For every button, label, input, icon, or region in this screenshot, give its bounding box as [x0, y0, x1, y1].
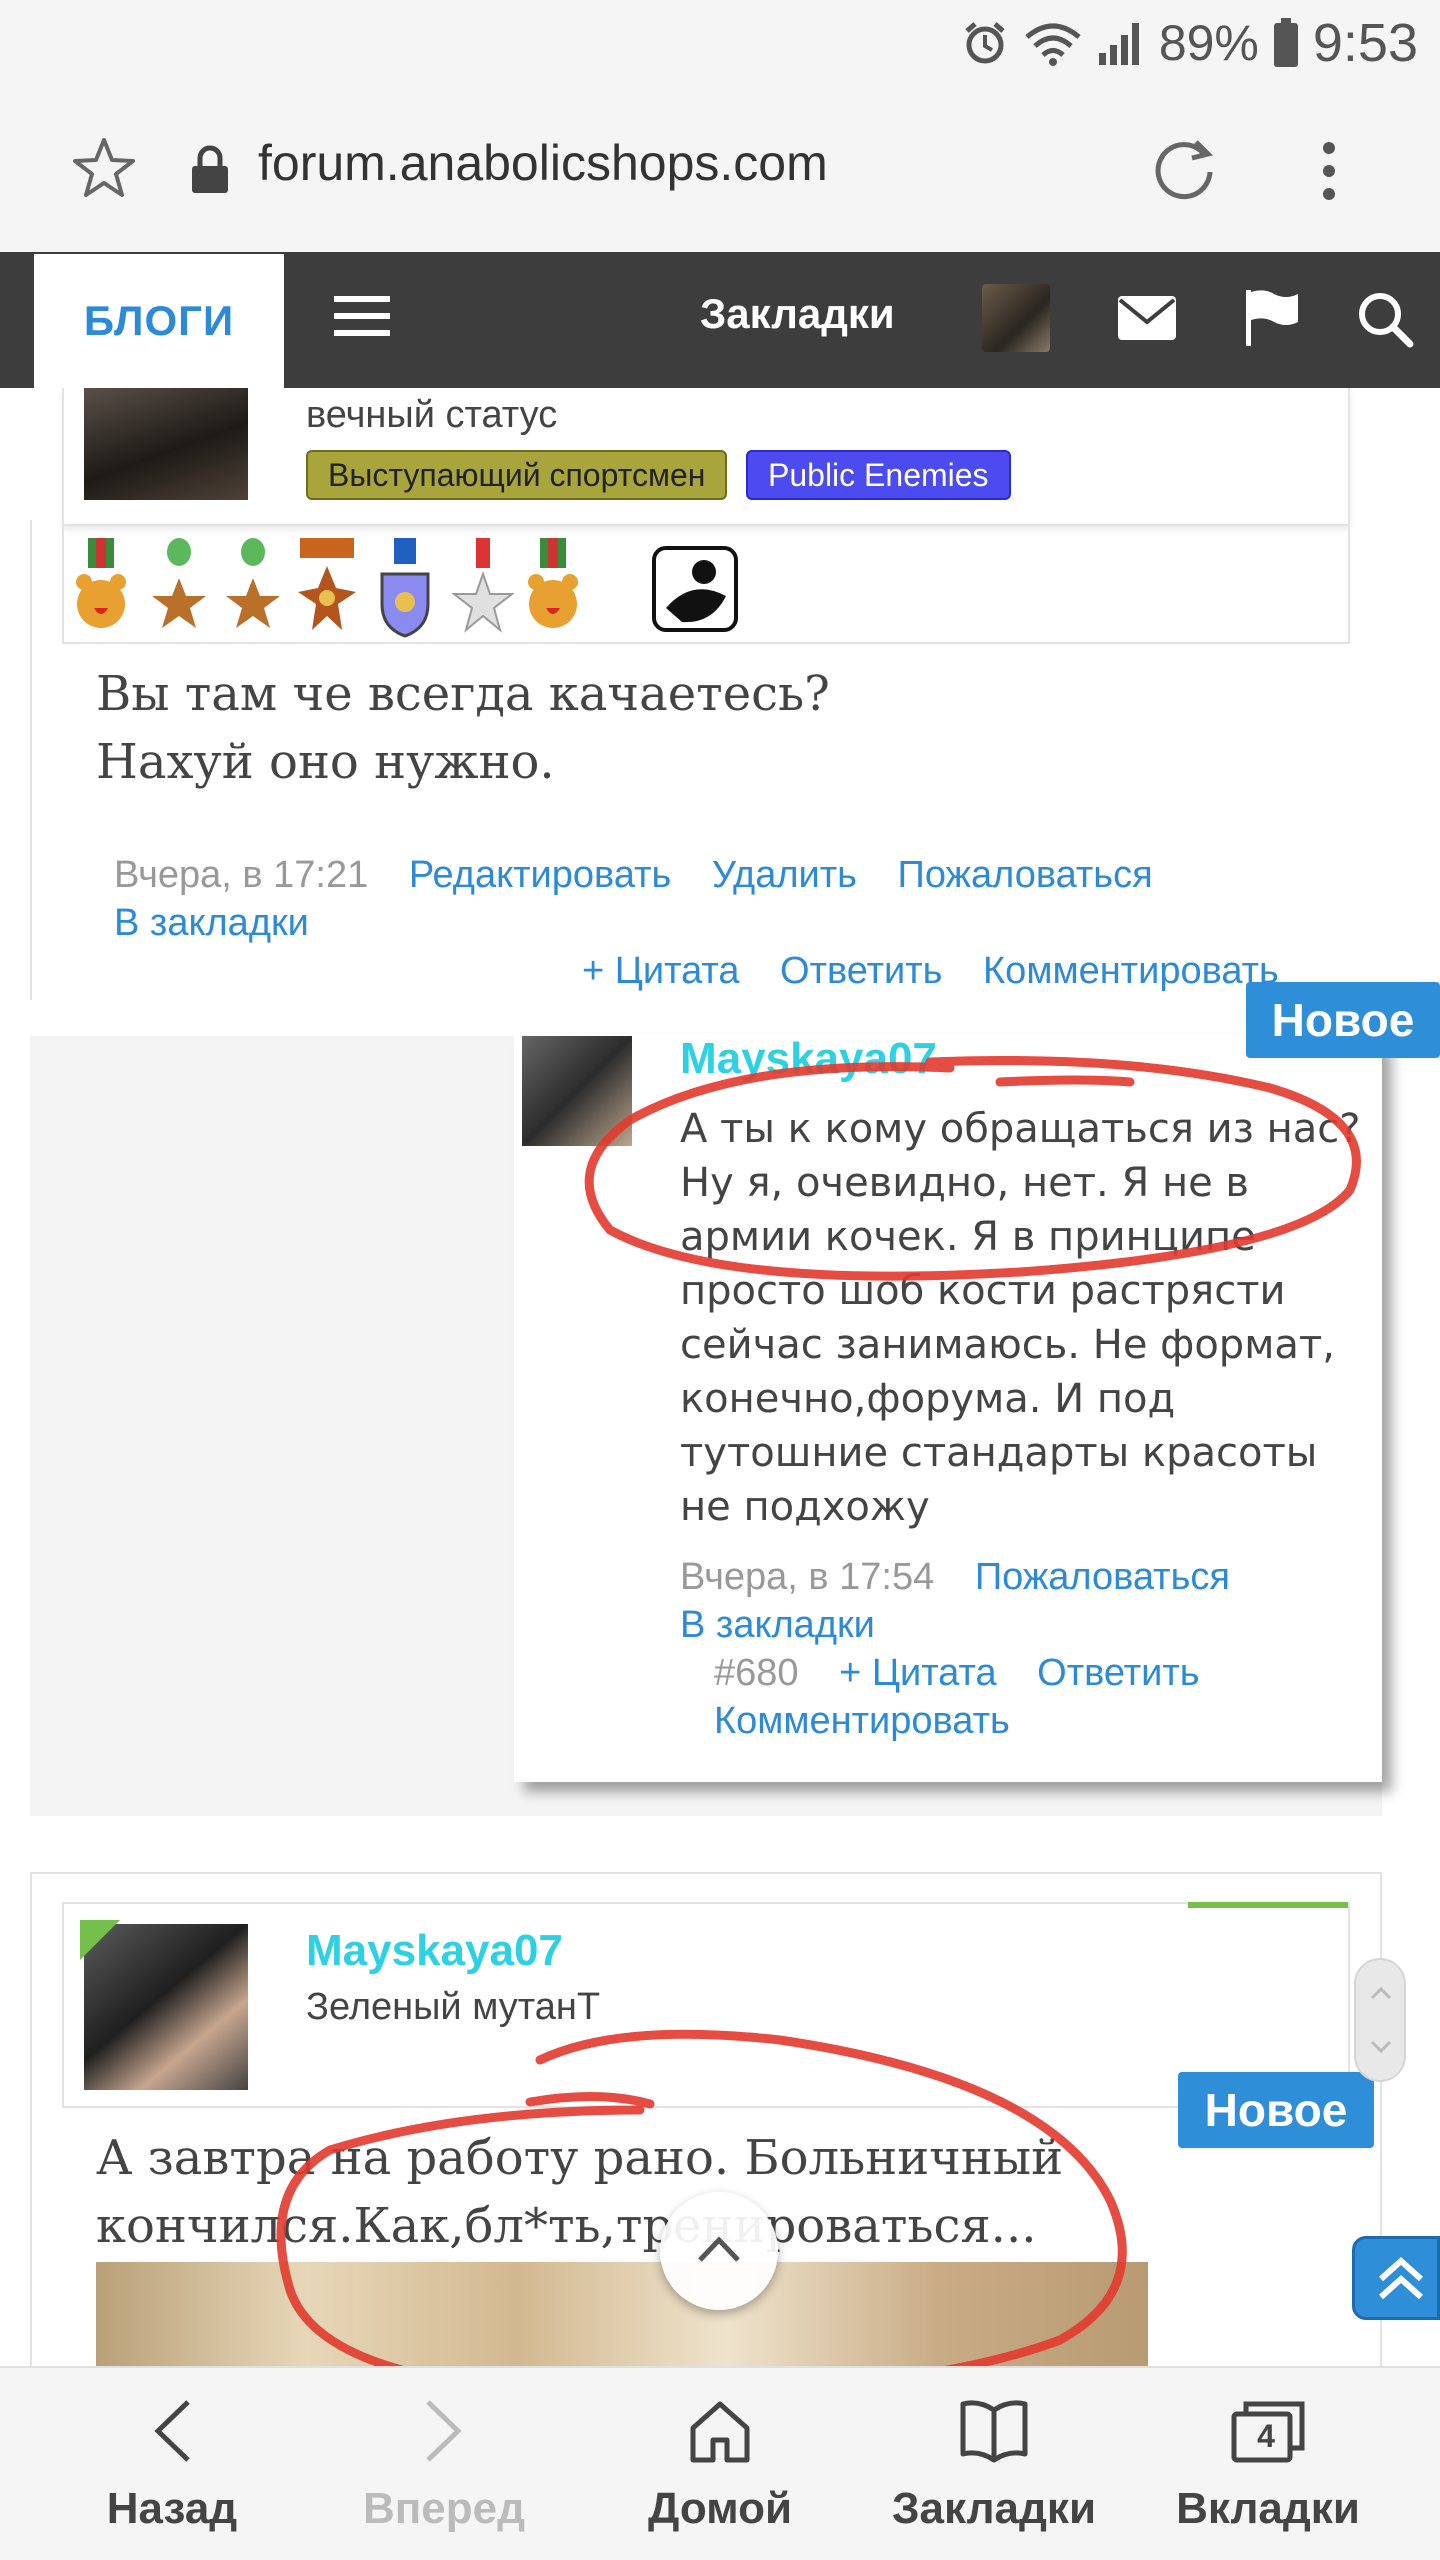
- chevron-down-icon: [1370, 2040, 1392, 2054]
- bookmarks-label: Закладки: [891, 2484, 1096, 2533]
- reply-buttons: #680 + Цитата Ответить: [714, 1652, 1200, 1695]
- user-accent-line: [1188, 1902, 1348, 1908]
- chevron-up-icon: [698, 2236, 740, 2262]
- post-userbox: вечный статус Выступающий спортсмен Publ…: [62, 388, 1350, 526]
- address-bar: forum.anabolicshops.com: [0, 84, 1440, 252]
- post-timestamp: Вчера, в 17:21: [114, 854, 369, 896]
- battery-icon: [1273, 18, 1298, 67]
- reply-report-link[interactable]: Пожаловаться: [975, 1556, 1230, 1598]
- back-label: Назад: [106, 2484, 238, 2533]
- medal-bear-icon: [528, 538, 578, 628]
- poster-avatar[interactable]: [84, 388, 248, 500]
- back-button[interactable]: Назад: [28, 2368, 316, 2560]
- comment-button[interactable]: Комментировать: [983, 950, 1279, 992]
- flag-icon[interactable]: [1244, 288, 1300, 346]
- post2-user-title: Зеленый мутанТ: [306, 1986, 601, 2028]
- reply-meta: Вчера, в 17:54 Пожаловаться: [680, 1556, 1230, 1599]
- medal-bear-icon: [76, 538, 126, 628]
- new-badge: Новое: [1246, 982, 1440, 1058]
- browser-bottom-bar: Назад Вперед Домой Закладки 4 Вкладки: [0, 2366, 1440, 2560]
- lock-icon: [192, 145, 228, 193]
- home-label: Домой: [647, 2484, 793, 2533]
- nav-bookmarks-link[interactable]: Закладки: [700, 290, 895, 338]
- badge-public-enemies: Public Enemies: [746, 450, 1011, 500]
- tabs-button[interactable]: 4 Вкладки: [1124, 2368, 1412, 2560]
- delete-link[interactable]: Удалить: [712, 854, 857, 896]
- mail-icon[interactable]: [1118, 296, 1176, 340]
- reply-answer-button[interactable]: Ответить: [1037, 1652, 1199, 1694]
- tab-blogs[interactable]: БЛОГИ: [34, 254, 284, 388]
- user-status: вечный статус: [306, 394, 558, 436]
- scroll-to-top-button[interactable]: [1352, 2236, 1440, 2320]
- tab-count: 4: [1257, 2418, 1275, 2454]
- reply-quote-button[interactable]: + Цитата: [839, 1652, 996, 1694]
- reply-comment-button[interactable]: Комментировать: [714, 1700, 1010, 1743]
- home-icon: [690, 2401, 750, 2463]
- reply-text: А ты к кому обращаться из нас? Ну я, оче…: [680, 1106, 1361, 1530]
- medal-shield-icon: [380, 538, 430, 638]
- bookmarks-button[interactable]: Закладки: [850, 2368, 1138, 2560]
- reload-icon[interactable]: [1152, 136, 1218, 202]
- book-icon: [960, 2400, 1028, 2463]
- wifi-icon: [1025, 23, 1081, 66]
- forward-arrow-icon: [426, 2400, 462, 2462]
- tabs-label: Вкладки: [1176, 2484, 1360, 2533]
- post2-text: А завтра на работу рано. Больничный конч…: [96, 2124, 1063, 2260]
- forward-button[interactable]: Вперед: [300, 2368, 588, 2560]
- home-button[interactable]: Домой: [576, 2368, 864, 2560]
- alarm-icon: [965, 22, 1005, 64]
- url-text[interactable]: forum.anabolicshops.com: [258, 134, 828, 192]
- reply-username[interactable]: Mayskaya07: [680, 1034, 937, 1084]
- new-badge: Новое: [1178, 2072, 1374, 2148]
- edit-link[interactable]: Редактировать: [409, 854, 672, 896]
- medal-silver-star-icon: [452, 538, 514, 633]
- chevron-up-icon: [1370, 1986, 1392, 2000]
- medal-bottle-icon: [652, 546, 738, 632]
- post-text: Вы там че всегда качаетесь? Нахуй оно ну…: [96, 660, 830, 796]
- battery-percent: 89%: [1158, 15, 1259, 71]
- post2-avatar[interactable]: [84, 1924, 248, 2090]
- reply-bookmark-link[interactable]: В закладки: [680, 1604, 875, 1647]
- quote-button[interactable]: + Цитата: [582, 950, 739, 992]
- post-text-line: кончился.Как,бл*ть,тренироваться...: [96, 2198, 1037, 2254]
- user-avatar[interactable]: [982, 284, 1050, 352]
- badge-athlete: Выступающий спортсмен: [306, 450, 728, 500]
- reply-avatar[interactable]: [522, 1036, 632, 1146]
- forum-navbar: БЛОГИ Закладки: [0, 252, 1440, 388]
- post-text-line: Вы там че всегда качаетесь?: [96, 666, 830, 722]
- medal-star-icon: [152, 538, 206, 628]
- forward-label: Вперед: [362, 2484, 526, 2533]
- post2-username[interactable]: Mayskaya07: [306, 1926, 563, 1976]
- status-bar: 89% 9:53: [0, 0, 1440, 84]
- star-icon[interactable]: [72, 136, 136, 200]
- tab-blogs-label: БЛОГИ: [83, 297, 235, 344]
- post2-userbox: Mayskaya07 Зеленый мутанТ: [62, 1902, 1350, 2108]
- reply-comment: Mayskaya07 А ты к кому обращаться из нас…: [514, 1034, 1382, 1782]
- report-link[interactable]: Пожаловаться: [898, 854, 1153, 896]
- bookmark-link[interactable]: В закладки: [114, 902, 309, 945]
- signal-icon: [1098, 23, 1139, 65]
- search-icon[interactable]: [1356, 290, 1414, 348]
- clock: 9:53: [1312, 13, 1418, 73]
- medal-cross-icon: [298, 538, 356, 630]
- double-chevron-up-icon: [1378, 2256, 1424, 2300]
- floating-scroll-up-button[interactable]: [660, 2192, 778, 2310]
- post-border: [30, 520, 32, 1000]
- medals-row: [62, 526, 1350, 644]
- post-meta-actions: Вчера, в 17:21 Редактировать Удалить Пож…: [114, 854, 1153, 897]
- post-attachment-image[interactable]: [96, 2262, 1148, 2372]
- medal-star-icon: [226, 538, 280, 628]
- reply-button[interactable]: Ответить: [780, 950, 942, 992]
- post-text-line: А завтра на работу рано. Больничный: [96, 2130, 1064, 2186]
- post-text-line: Нахуй оно нужно.: [96, 734, 555, 790]
- post-buttons: + Цитата Ответить Комментировать: [582, 950, 1279, 993]
- back-arrow-icon: [154, 2400, 190, 2462]
- hamburger-menu-icon[interactable]: [334, 294, 390, 338]
- more-menu-icon[interactable]: [1316, 140, 1342, 202]
- reply-timestamp: Вчера, в 17:54: [680, 1556, 935, 1598]
- scroll-handle[interactable]: [1354, 1958, 1406, 2082]
- post-number[interactable]: #680: [714, 1652, 799, 1694]
